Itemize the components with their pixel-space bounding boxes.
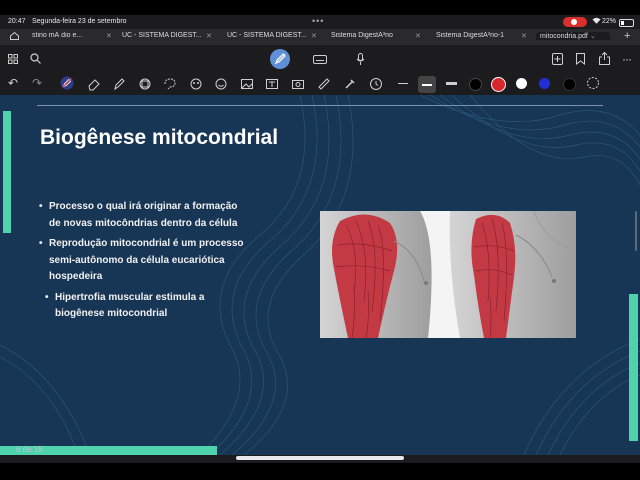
medium-stroke-option[interactable] [418, 76, 436, 93]
shapes-icon[interactable] [138, 77, 152, 91]
chevron-down-icon: ⌄ [589, 33, 596, 40]
eraser-icon[interactable] [87, 77, 101, 91]
more-icon[interactable]: ··· [622, 52, 632, 66]
sticker-icon[interactable] [214, 77, 228, 91]
redo-icon[interactable]: ↷ [32, 76, 42, 90]
keyboard-icon[interactable] [313, 55, 327, 64]
tab-3[interactable]: Sistema DigestÃ³rio [331, 32, 406, 39]
tab-5-active[interactable]: mitocondria.pdf ⌄ [536, 32, 610, 40]
vertical-scrollbar[interactable] [635, 211, 637, 251]
wifi-icon [592, 17, 601, 26]
camera-icon[interactable] [291, 77, 305, 91]
muscle-hypertrophy-illustration [320, 211, 576, 338]
clock-icon[interactable] [369, 77, 383, 91]
tab-label: UC - SISTEMA DIGEST... [122, 32, 202, 39]
ruler-icon[interactable] [317, 77, 331, 91]
screen-recording-icon [563, 17, 587, 27]
bullet-item: Reprodução mitocondrial é um processo se… [38, 236, 248, 286]
thin-stroke-option[interactable] [398, 83, 408, 84]
tab-2[interactable]: UC - SISTEMA DIGEST... [227, 32, 307, 39]
tab-bar: stino mÃ dio e... ✕ UC - SISTEMA DIGEST.… [0, 29, 640, 45]
pen-color-white[interactable] [516, 78, 527, 89]
text-icon[interactable] [265, 77, 279, 91]
bullet-item: Processo o qual irá originar a formação … [38, 199, 248, 232]
tab-0[interactable]: stino mÃ dio e... [32, 32, 100, 39]
color-picker-icon[interactable] [586, 76, 600, 90]
slide-accent-left [3, 111, 11, 233]
multitask-dots-icon[interactable]: ••• [312, 16, 324, 26]
tab-label: Sistema DigestÃ³rio-1 [436, 32, 505, 39]
mic-icon[interactable] [356, 53, 365, 66]
close-tab-icon[interactable]: ✕ [521, 32, 527, 40]
pen-color-black-2[interactable] [563, 78, 576, 91]
bookmark-icon[interactable] [576, 53, 585, 65]
home-icon[interactable] [10, 32, 19, 40]
grid-icon[interactable] [8, 54, 18, 64]
tab-1[interactable]: UC - SISTEMA DIGEST... [122, 32, 202, 39]
tab-label: UC - SISTEMA DIGEST... [227, 32, 307, 39]
home-indicator[interactable] [236, 456, 404, 460]
tab-label: stino mÃ dio e... [32, 32, 83, 39]
pdf-slide: Biogênese mitocondrial Processo o qual i… [0, 95, 640, 455]
highlighter-icon[interactable] [112, 77, 126, 91]
pen-mode-icon[interactable] [270, 49, 290, 69]
bullet-item: Hipertrofia muscular estimula a biogênes… [44, 290, 248, 323]
battery-icon [619, 19, 634, 27]
page-indicator: 6 de 15 [16, 445, 43, 454]
pen-icon[interactable] [60, 76, 74, 90]
slide-accent-right [629, 294, 638, 441]
elements-icon[interactable] [189, 77, 203, 91]
image-icon[interactable] [240, 77, 254, 91]
top-toolbar: ··· [0, 45, 640, 73]
status-time: 20:47 [8, 18, 26, 25]
undo-icon[interactable]: ↶ [8, 76, 18, 90]
tab-label: mitocondria.pdf [540, 33, 588, 40]
slide-top-rule [37, 105, 603, 106]
pen-color-blue[interactable] [539, 78, 550, 89]
close-tab-icon[interactable]: ✕ [206, 32, 212, 40]
lasso-icon[interactable] [163, 77, 177, 91]
tab-label: Sistema DigestÃ³rio [331, 32, 393, 39]
slide-title: Biogênese mitocondrial [40, 126, 279, 149]
bullet-list: Processo o qual irá originar a formação … [38, 199, 248, 327]
add-page-icon[interactable] [552, 53, 563, 65]
drawing-toolbar: ↶ ↷ [0, 73, 640, 95]
add-tab-icon[interactable]: + [624, 30, 630, 42]
ipad-screen: 20:47 Segunda-feira 23 de setembro ••• 2… [0, 15, 640, 463]
tab-4[interactable]: Sistema DigestÃ³rio-1 [436, 32, 518, 39]
status-date: Segunda-feira 23 de setembro [32, 18, 127, 25]
close-tab-icon[interactable]: ✕ [311, 32, 317, 40]
close-tab-icon[interactable]: ✕ [415, 32, 421, 40]
thick-stroke-option[interactable] [446, 82, 457, 85]
share-icon[interactable] [599, 52, 610, 65]
pen-color-black[interactable] [469, 78, 482, 91]
status-bar: 20:47 Segunda-feira 23 de setembro ••• 2… [0, 15, 640, 29]
laser-icon[interactable] [343, 77, 357, 91]
pen-color-red-selected[interactable] [491, 77, 506, 92]
battery-percent: 22% [602, 18, 617, 25]
close-tab-icon[interactable]: ✕ [106, 32, 112, 40]
search-icon[interactable] [30, 53, 41, 64]
